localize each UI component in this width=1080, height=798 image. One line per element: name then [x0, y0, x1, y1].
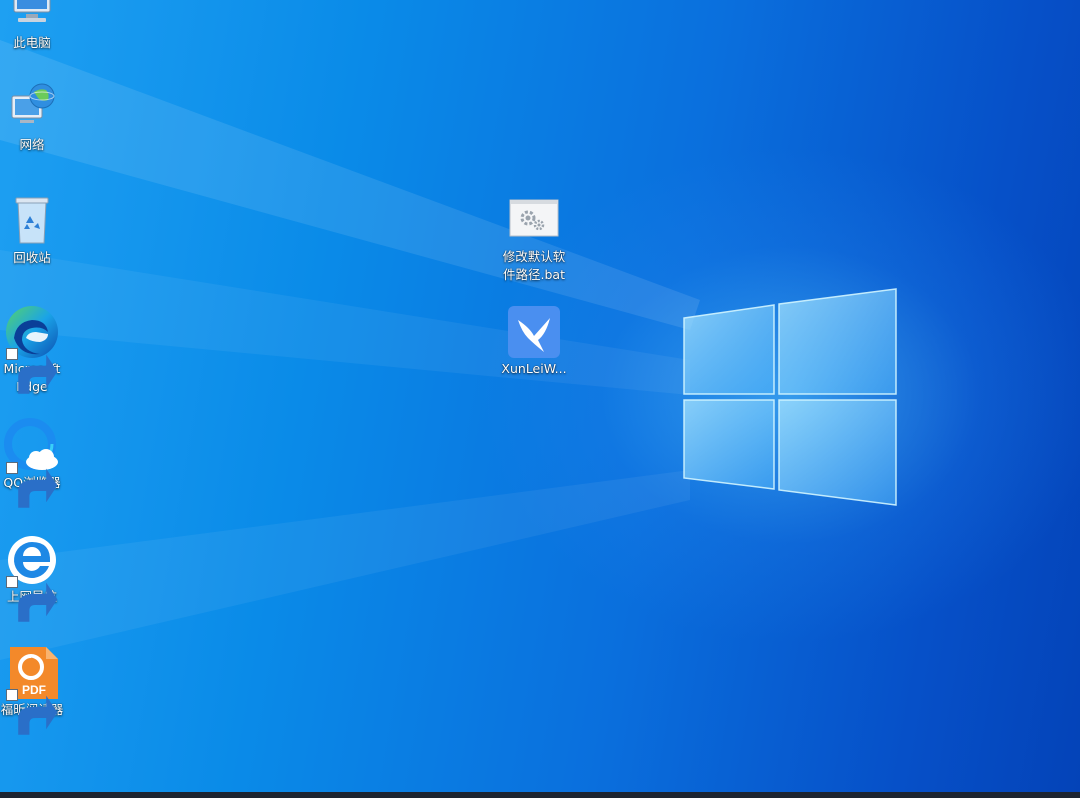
windows-logo [683, 288, 897, 506]
network-globe-icon [11, 83, 55, 123]
icon-label: 网络 [19, 137, 45, 152]
desktop-icon-foxit-reader[interactable]: PDF 福昕阅读器 [0, 645, 68, 735]
desktop-icon-this-pc[interactable]: 此电脑 [0, 0, 68, 52]
shortcut-arrow-icon [6, 689, 58, 735]
desktop-wallpaper: 此电脑 网络 回收站 Edge PDF 修改默认软件路径.bat XunLeiW… [0, 0, 1080, 792]
xunlei-bird-icon [508, 306, 560, 358]
icon-label: 此电脑 [13, 35, 51, 50]
desktop-icon-web-navigation[interactable]: 上网导航 [0, 532, 68, 622]
shortcut-arrow-icon [6, 462, 58, 508]
desktop-icon-recycle-bin[interactable]: 回收站 [0, 193, 68, 267]
taskbar[interactable] [0, 792, 1080, 798]
desktop-icon-qq-browser[interactable]: QQ浏览器 [0, 418, 68, 508]
icon-label: 回收站 [13, 250, 51, 265]
icon-label: XunLeiW... [501, 361, 567, 376]
shortcut-arrow-icon [6, 348, 58, 394]
batch-file-gear-icon [509, 199, 559, 237]
recycle-bin-icon [15, 197, 49, 244]
shortcut-arrow-icon [6, 576, 58, 622]
desktop-icon-network[interactable]: 网络 [0, 80, 68, 154]
desktop-icon-bat-file[interactable]: 修改默认软件路径.bat [498, 192, 570, 284]
icon-label: 修改默认软件路径.bat [502, 249, 566, 282]
desktop-icon-xunlei[interactable]: XunLeiW... [498, 304, 570, 378]
computer-icon [13, 0, 51, 22]
desktop-icon-microsoft-edge[interactable]: Microsoft Edge [0, 304, 68, 396]
